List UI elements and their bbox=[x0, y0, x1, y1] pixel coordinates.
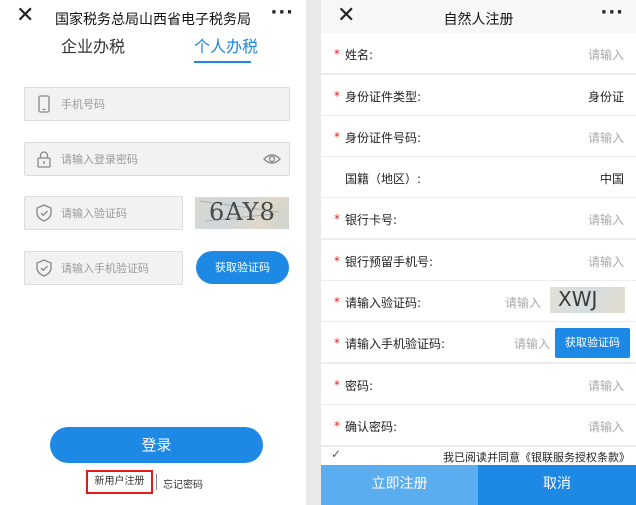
captcha-row[interactable]: * 请输入验证码: 请输入 XWJ bbox=[321, 281, 636, 321]
bank-card-input[interactable]: 请输入 bbox=[588, 211, 624, 228]
field-label: 请输入验证码: bbox=[345, 296, 422, 310]
eye-icon[interactable] bbox=[263, 152, 281, 166]
close-icon[interactable]: ✕ bbox=[16, 5, 34, 27]
required-mark: * bbox=[334, 89, 340, 103]
login-button[interactable]: 登录 bbox=[50, 427, 263, 463]
field-label: 国籍（地区）: bbox=[345, 172, 422, 186]
captcha-image[interactable]: XWJ bbox=[550, 287, 625, 313]
required-mark: * bbox=[334, 378, 340, 392]
nationality-row[interactable]: 国籍（地区）: 中国 bbox=[321, 157, 636, 197]
shield-icon bbox=[36, 259, 52, 277]
field-label: 姓名: bbox=[345, 48, 374, 62]
sms-code-input[interactable] bbox=[61, 252, 201, 284]
field-label: 请输入手机验证码: bbox=[345, 337, 446, 351]
bank-phone-input[interactable]: 请输入 bbox=[588, 253, 624, 270]
confirm-password-row[interactable]: * 确认密码: 请输入 bbox=[321, 405, 636, 445]
name-row[interactable]: * 姓名: 请输入 bbox=[321, 33, 636, 73]
tab-enterprise[interactable]: 企业办税 bbox=[61, 33, 125, 57]
confirm-password-input[interactable]: 请输入 bbox=[588, 418, 624, 435]
phone-icon bbox=[38, 95, 50, 113]
field-label: 银行预留手机号: bbox=[345, 255, 434, 269]
name-input[interactable]: 请输入 bbox=[588, 46, 624, 63]
agreement-row[interactable]: ✓ 我已阅读并同意《银联服务授权条款》 bbox=[321, 447, 636, 465]
shield-icon bbox=[36, 204, 52, 222]
field-label: 身份证件号码: bbox=[345, 131, 422, 145]
phone-input[interactable] bbox=[61, 88, 201, 120]
required-mark: * bbox=[334, 295, 340, 309]
captcha-input[interactable] bbox=[61, 197, 201, 229]
field-label: 确认密码: bbox=[345, 420, 398, 434]
phone-field[interactable] bbox=[24, 87, 290, 121]
lock-icon bbox=[37, 151, 51, 168]
nationality-select[interactable]: 中国 bbox=[600, 170, 624, 187]
page-title: 自然人注册 bbox=[443, 12, 514, 28]
captcha-input[interactable]: 请输入 bbox=[505, 294, 541, 311]
password-input[interactable] bbox=[61, 143, 201, 175]
required-mark: * bbox=[334, 130, 340, 144]
id-type-row[interactable]: * 身份证件类型: 身份证 bbox=[321, 75, 636, 115]
required-mark: * bbox=[334, 254, 340, 268]
required-mark: * bbox=[334, 336, 340, 350]
bank-phone-row[interactable]: * 银行预留手机号: 请输入 bbox=[321, 240, 636, 280]
id-number-row[interactable]: * 身份证件号码: 请输入 bbox=[321, 116, 636, 156]
id-number-input[interactable]: 请输入 bbox=[588, 129, 624, 146]
id-type-select[interactable]: 身份证 bbox=[588, 88, 624, 105]
page-title: 国家税务总局山西省电子税务局 bbox=[55, 12, 251, 28]
more-icon[interactable]: ··· bbox=[270, 2, 294, 23]
cancel-button[interactable]: 取消 bbox=[478, 465, 636, 505]
register-button[interactable]: 立即注册 bbox=[321, 465, 478, 505]
agree-checkbox[interactable]: ✓ bbox=[331, 447, 341, 461]
captcha-image[interactable]: 6AY8 bbox=[195, 197, 289, 229]
sms-code-field[interactable] bbox=[24, 251, 201, 285]
password-input[interactable]: 请输入 bbox=[588, 377, 624, 394]
captcha-field[interactable] bbox=[24, 196, 201, 230]
sms-code-row[interactable]: * 请输入手机验证码: 请输入 获取验证码 bbox=[321, 322, 636, 362]
forgot-password-link[interactable]: 忘记密码 bbox=[163, 476, 203, 491]
password-field[interactable] bbox=[24, 142, 290, 176]
get-code-button[interactable]: 获取验证码 bbox=[555, 328, 630, 358]
login-panel: ✕ 国家税务总局山西省电子税务局 ··· 企业办税 个人办税 手机号码 请输入登… bbox=[0, 0, 306, 505]
sms-code-input[interactable]: 请输入 bbox=[514, 335, 550, 352]
required-mark: * bbox=[334, 419, 340, 433]
register-header: ✕ 自然人注册 ··· bbox=[321, 0, 636, 34]
get-code-button[interactable]: 获取验证码 bbox=[196, 251, 289, 284]
more-icon[interactable]: ··· bbox=[600, 2, 624, 23]
tab-personal[interactable]: 个人办税 bbox=[194, 33, 258, 57]
agreement-text[interactable]: 我已阅读并同意《银联服务授权条款》 bbox=[443, 449, 630, 465]
required-mark: * bbox=[334, 47, 340, 61]
captcha-text: XWJ bbox=[558, 287, 598, 311]
register-link[interactable]: 新用户注册 bbox=[86, 470, 153, 494]
divider bbox=[156, 474, 157, 490]
required-mark: * bbox=[334, 212, 340, 226]
field-label: 密码: bbox=[345, 379, 374, 393]
active-tab-indicator bbox=[194, 61, 251, 63]
captcha-text: 6AY8 bbox=[209, 198, 276, 226]
register-panel: ✕ 自然人注册 ··· * 姓名: 请输入 * 身份证件类型: 身份证 * 身份… bbox=[321, 0, 636, 505]
field-label: 身份证件类型: bbox=[345, 90, 422, 104]
password-row[interactable]: * 密码: 请输入 bbox=[321, 364, 636, 404]
bank-card-row[interactable]: * 银行卡号: 请输入 bbox=[321, 198, 636, 238]
field-label: 银行卡号: bbox=[345, 213, 398, 227]
login-header: ✕ 国家税务总局山西省电子税务局 ··· bbox=[0, 0, 306, 34]
